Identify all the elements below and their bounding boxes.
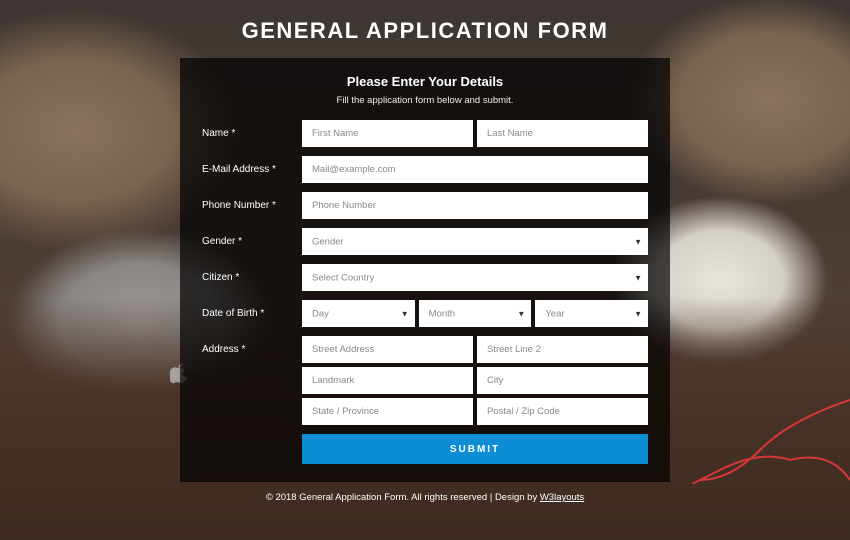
gender-label: Gender * bbox=[202, 236, 302, 247]
last-name-input[interactable] bbox=[477, 120, 648, 147]
citizen-label: Citizen * bbox=[202, 272, 302, 283]
chevron-down-icon: ▼ bbox=[517, 309, 525, 318]
form-instruction: Fill the application form below and subm… bbox=[202, 95, 648, 106]
email-label: E-Mail Address * bbox=[202, 164, 302, 175]
gender-select[interactable]: Gender ▼ bbox=[302, 228, 648, 255]
chevron-down-icon: ▼ bbox=[634, 237, 642, 246]
country-select-value: Select Country bbox=[312, 272, 374, 283]
page-title: GENERAL APPLICATION FORM bbox=[242, 18, 609, 44]
footer: © 2018 General Application Form. All rig… bbox=[266, 492, 584, 503]
street-input[interactable] bbox=[302, 336, 473, 363]
chevron-down-icon: ▼ bbox=[634, 309, 642, 318]
phone-input[interactable] bbox=[302, 192, 648, 219]
day-select-value: Day bbox=[312, 308, 329, 319]
form-card: Please Enter Your Details Fill the appli… bbox=[180, 58, 670, 482]
submit-button[interactable]: SUBMIT bbox=[302, 434, 648, 464]
landmark-input[interactable] bbox=[302, 367, 473, 394]
form-subtitle: Please Enter Your Details bbox=[202, 74, 648, 89]
country-select[interactable]: Select Country ▼ bbox=[302, 264, 648, 291]
first-name-input[interactable] bbox=[302, 120, 473, 147]
year-select-value: Year bbox=[545, 308, 564, 319]
gender-select-value: Gender bbox=[312, 236, 344, 247]
year-select[interactable]: Year ▼ bbox=[535, 300, 648, 327]
phone-label: Phone Number * bbox=[202, 200, 302, 211]
address-label: Address * bbox=[202, 336, 302, 355]
month-select-value: Month bbox=[429, 308, 455, 319]
day-select[interactable]: Day ▼ bbox=[302, 300, 415, 327]
footer-text: © 2018 General Application Form. All rig… bbox=[266, 492, 540, 503]
chevron-down-icon: ▼ bbox=[401, 309, 409, 318]
street2-input[interactable] bbox=[477, 336, 648, 363]
email-input[interactable] bbox=[302, 156, 648, 183]
chevron-down-icon: ▼ bbox=[634, 273, 642, 282]
footer-link[interactable]: W3layouts bbox=[540, 492, 584, 503]
city-input[interactable] bbox=[477, 367, 648, 394]
postal-input[interactable] bbox=[477, 398, 648, 425]
month-select[interactable]: Month ▼ bbox=[419, 300, 532, 327]
dob-label: Date of Birth * bbox=[202, 308, 302, 319]
name-label: Name * bbox=[202, 128, 302, 139]
state-input[interactable] bbox=[302, 398, 473, 425]
